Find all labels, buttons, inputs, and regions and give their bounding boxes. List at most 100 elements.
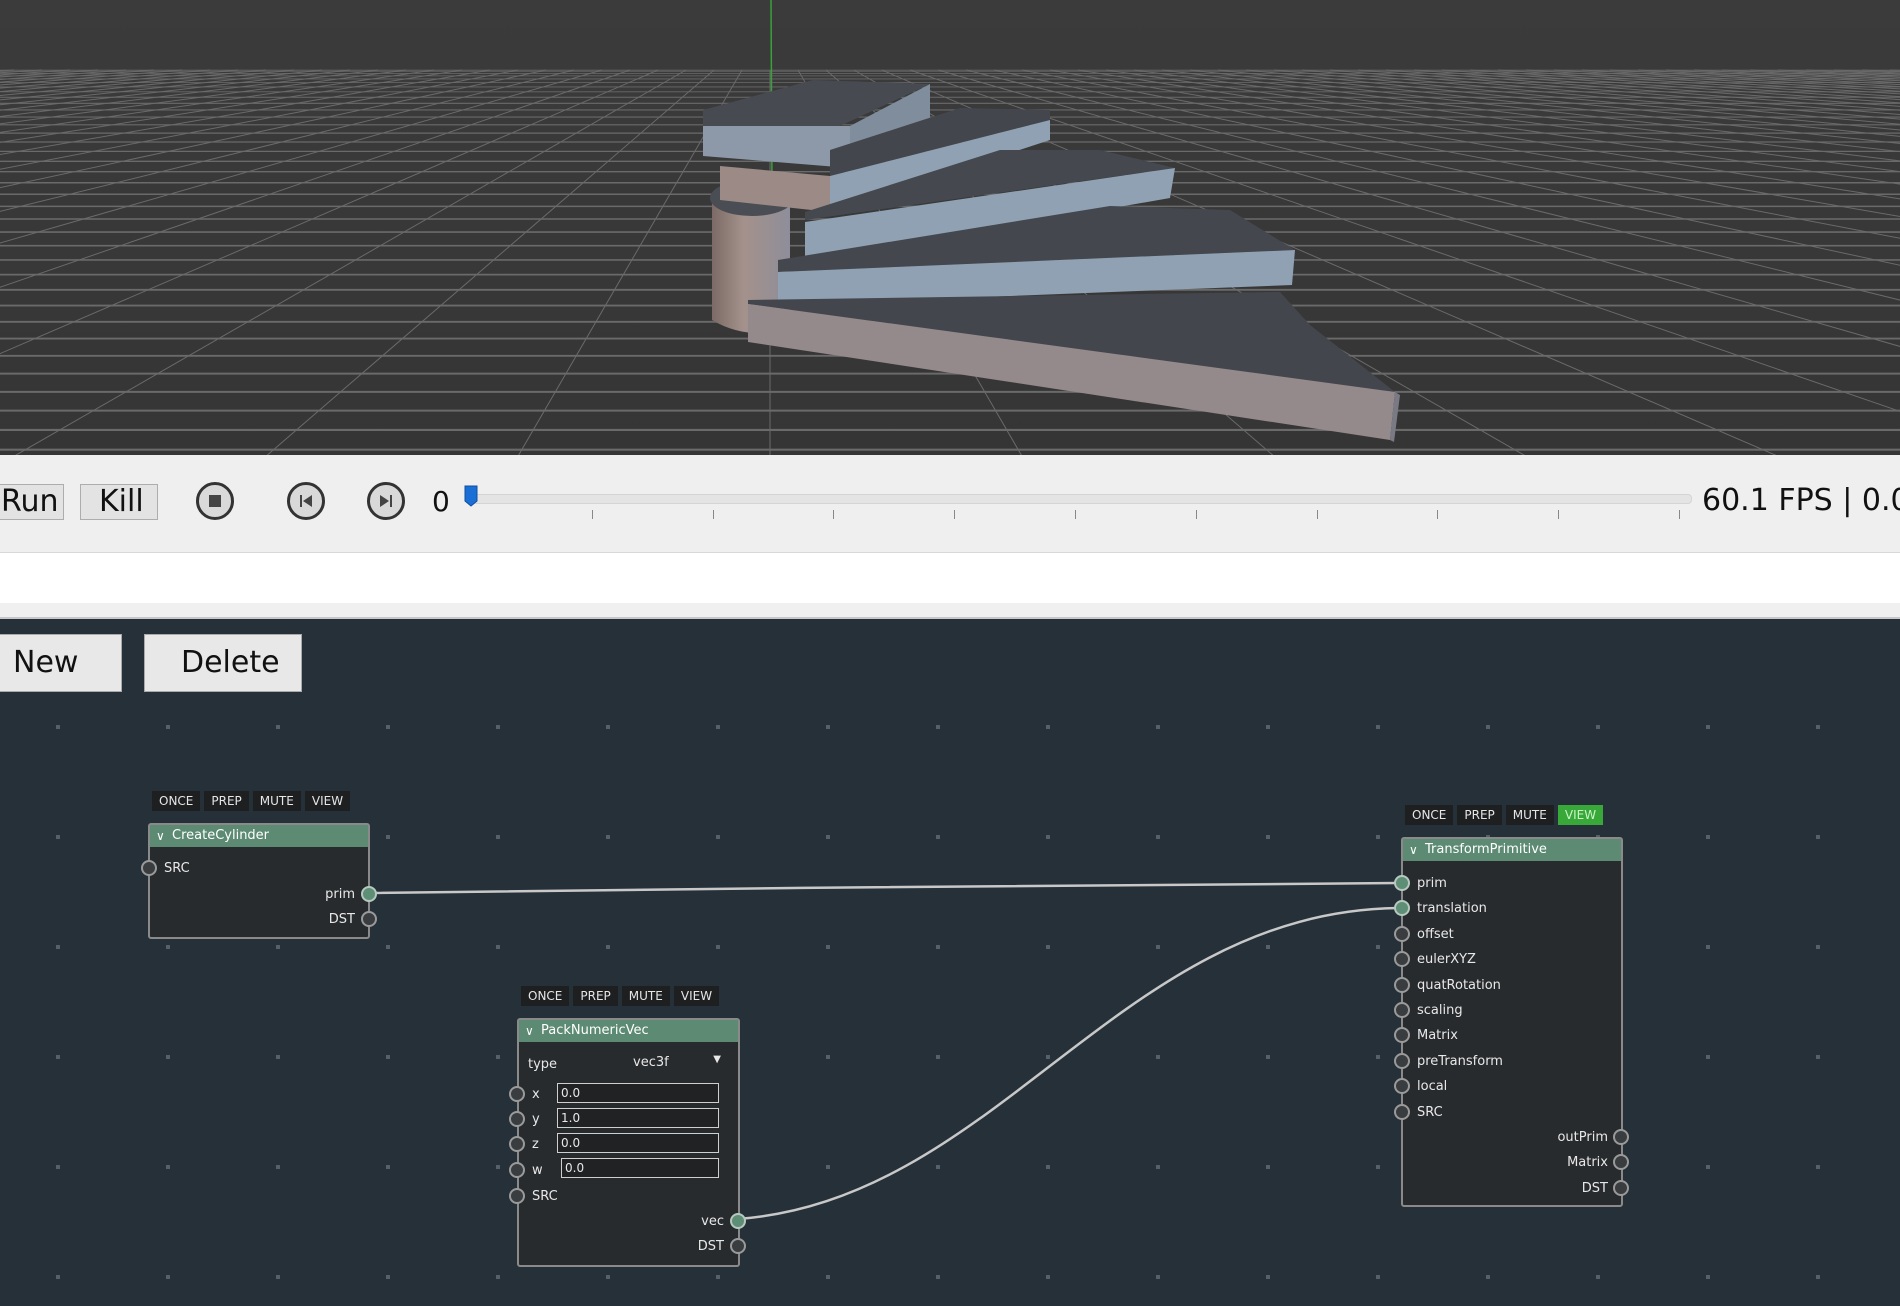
socket-offset-in[interactable] xyxy=(1394,925,1410,942)
socket-label: quatRotation xyxy=(1417,977,1501,993)
type-dropdown[interactable]: vec3f ▼ xyxy=(633,1054,723,1075)
socket-z-in[interactable] xyxy=(509,1136,525,1152)
socket-label: SRC xyxy=(532,1189,558,1204)
socket-src-in[interactable] xyxy=(141,860,157,876)
prep-toggle[interactable]: PREP xyxy=(573,986,618,1006)
socket-label: Matrix xyxy=(1567,1155,1608,1171)
socket-quatrotation-in[interactable] xyxy=(1394,976,1410,993)
node-header[interactable]: ∨ TransformPrimitive xyxy=(1403,839,1621,861)
current-frame: 0 xyxy=(432,485,450,518)
node-title: CreateCylinder xyxy=(172,828,270,843)
socket-scaling-in[interactable] xyxy=(1394,1002,1410,1018)
param-z-label: z xyxy=(532,1137,539,1152)
param-y-field[interactable]: 1.0 xyxy=(557,1108,719,1128)
node-title: PackNumericVec xyxy=(541,1023,649,1038)
socket-label: scaling xyxy=(1417,1003,1463,1018)
socket-label: vec xyxy=(701,1214,724,1229)
timeline-tick xyxy=(833,510,835,519)
once-toggle[interactable]: ONCE xyxy=(152,791,201,811)
param-x-label: x xyxy=(532,1087,540,1102)
collapse-chevron-icon[interactable]: ∨ xyxy=(1409,839,1418,861)
once-toggle[interactable]: ONCE xyxy=(1405,805,1454,825)
3d-viewport[interactable] xyxy=(0,0,1900,455)
socket-label: prim xyxy=(325,887,355,902)
socket-label: DST xyxy=(697,1239,724,1254)
packnumericvec-flags: ONCE PREP MUTE VIEW xyxy=(521,986,720,1006)
param-x-field[interactable]: 0.0 xyxy=(557,1083,719,1103)
view-toggle-active[interactable]: VIEW xyxy=(1557,805,1604,825)
collapse-chevron-icon[interactable]: ∨ xyxy=(525,1020,534,1042)
node-title: TransformPrimitive xyxy=(1425,842,1547,857)
param-z-field[interactable]: 0.0 xyxy=(557,1133,719,1153)
socket-x-in[interactable] xyxy=(509,1086,525,1102)
view-toggle[interactable]: VIEW xyxy=(673,986,720,1006)
timeline-tick xyxy=(1195,510,1197,519)
type-label: type xyxy=(528,1057,558,1072)
timeline-handle[interactable] xyxy=(464,485,478,507)
socket-label: local xyxy=(1417,1079,1448,1095)
socket-src-in[interactable] xyxy=(1394,1103,1410,1120)
timeline-tick xyxy=(1437,510,1439,519)
type-value: vec3f xyxy=(633,1055,669,1070)
socket-label: preTransform xyxy=(1417,1053,1503,1069)
socket-label: offset xyxy=(1417,926,1454,942)
next-frame-button[interactable] xyxy=(367,482,405,520)
socket-label: prim xyxy=(1417,876,1447,891)
socket-outprim-out[interactable] xyxy=(1613,1129,1629,1145)
socket-y-in[interactable] xyxy=(509,1111,525,1127)
run-button[interactable]: Run xyxy=(0,484,64,520)
socket-dst-out[interactable] xyxy=(730,1238,746,1254)
link-translation xyxy=(737,906,1403,1221)
param-w-field[interactable]: 0.0 xyxy=(561,1158,719,1178)
step-forward-icon xyxy=(380,495,392,507)
kill-button[interactable]: Kill xyxy=(80,484,158,520)
node-header[interactable]: ∨ CreateCylinder xyxy=(150,825,368,847)
socket-src-in[interactable] xyxy=(509,1188,525,1204)
dropdown-arrow-icon: ▼ xyxy=(713,1054,721,1065)
param-y-label: y xyxy=(532,1112,540,1127)
timeline-tick xyxy=(1075,510,1076,519)
socket-prim-out[interactable] xyxy=(361,886,377,902)
prep-toggle[interactable]: PREP xyxy=(1457,805,1502,825)
mute-toggle[interactable]: MUTE xyxy=(252,791,301,811)
timeline-tick xyxy=(591,510,593,519)
panel-splitter[interactable] xyxy=(0,603,1900,619)
socket-pretransform-in[interactable] xyxy=(1394,1052,1410,1069)
socket-dst-out[interactable] xyxy=(361,911,377,927)
once-toggle[interactable]: ONCE xyxy=(521,986,570,1006)
socket-label: eulerXYZ xyxy=(1417,952,1476,968)
socket-label: SRC xyxy=(1417,1104,1443,1120)
prev-frame-button[interactable] xyxy=(287,482,325,520)
node-transformprimitive[interactable]: ∨ TransformPrimitive xyxy=(1401,837,1623,1207)
socket-dst-out[interactable] xyxy=(1613,1179,1629,1196)
socket-label: DST xyxy=(328,912,355,927)
stop-icon xyxy=(209,495,221,507)
socket-w-in[interactable] xyxy=(509,1162,525,1178)
collapse-chevron-icon[interactable]: ∨ xyxy=(156,825,165,847)
link-prim xyxy=(368,881,1403,895)
prep-toggle[interactable]: PREP xyxy=(204,791,249,811)
mute-toggle[interactable]: MUTE xyxy=(1505,805,1554,825)
param-w-label: w xyxy=(532,1163,543,1178)
timeline-tick xyxy=(1558,510,1560,519)
view-toggle[interactable]: VIEW xyxy=(304,791,351,811)
socket-label: DST xyxy=(1581,1180,1608,1196)
socket-label: SRC xyxy=(164,861,190,876)
node-header[interactable]: ∨ PackNumericVec xyxy=(519,1020,738,1042)
socket-label: translation xyxy=(1417,901,1487,917)
stop-button[interactable] xyxy=(196,482,234,520)
transformprimitive-flags: ONCE PREP MUTE VIEW xyxy=(1405,805,1604,825)
step-back-icon xyxy=(300,495,312,507)
socket-vec-out[interactable] xyxy=(730,1213,746,1229)
timeline-tick xyxy=(712,510,714,519)
mute-toggle[interactable]: MUTE xyxy=(621,986,670,1006)
socket-label: outPrim xyxy=(1557,1130,1608,1145)
timeline-tick xyxy=(1316,510,1318,519)
status-strip xyxy=(0,553,1900,603)
socket-prim-in[interactable] xyxy=(1394,875,1410,891)
delete-button[interactable]: Delete xyxy=(144,634,302,692)
timeline-slider[interactable] xyxy=(470,494,1692,504)
viewport-scene xyxy=(0,0,1900,455)
new-button[interactable]: New xyxy=(0,634,122,692)
socket-label: Matrix xyxy=(1417,1028,1458,1044)
